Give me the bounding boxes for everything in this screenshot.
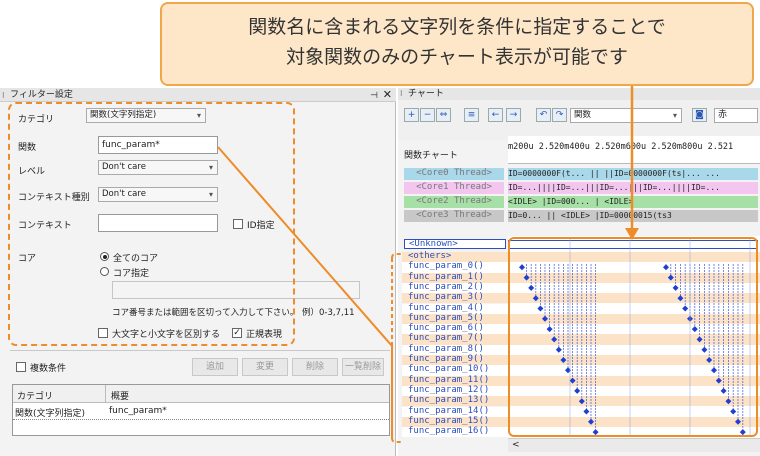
callout-line: 対象関数のみのチャート表示が可能です xyxy=(286,46,628,68)
callout-box: 関数名に含まれる文字列を条件に指定することで 対象関数のみのチャート表示が可能で… xyxy=(160,2,754,86)
callout-line: 関数名に含まれる文字列を条件に指定することで xyxy=(248,16,666,38)
